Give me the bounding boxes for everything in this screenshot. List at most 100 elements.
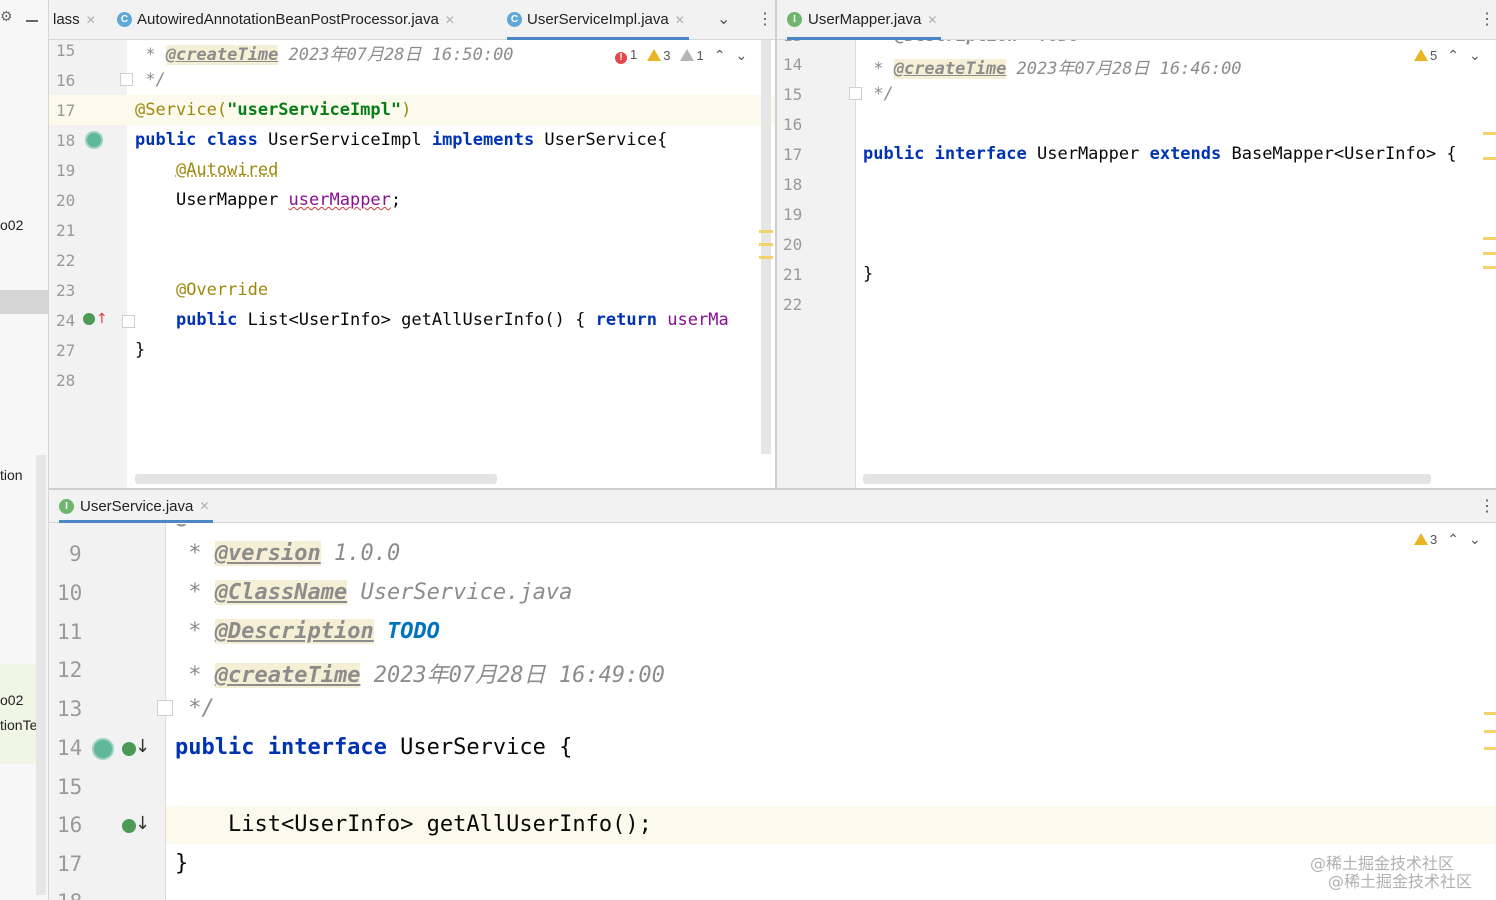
gutter-separator xyxy=(855,40,856,488)
tab-userserviceimpl[interactable]: C UserServiceImpl.java ✕ xyxy=(507,0,689,40)
warning-count[interactable]: 5 xyxy=(1414,48,1437,63)
warning-stripe-marker[interactable] xyxy=(759,256,773,259)
code-line[interactable]: * @ClassName UserService.java xyxy=(175,580,572,605)
error-count[interactable]: ! 1 xyxy=(615,47,637,64)
warning-stripe-marker[interactable] xyxy=(759,230,773,233)
inspection-widget[interactable]: 3 ⌃ ⌄ xyxy=(1414,531,1481,548)
sidebar-scrollbar[interactable] xyxy=(36,455,46,895)
vertical-scrollbar[interactable] xyxy=(761,40,771,454)
line-number-partial: 18 xyxy=(57,890,82,900)
warning-stripe-marker[interactable] xyxy=(1483,252,1496,255)
implementation-marker-icon[interactable] xyxy=(122,742,136,756)
previous-highlight-chevron-up-icon[interactable]: ⌃ xyxy=(1447,531,1459,548)
warning-stripe-marker[interactable] xyxy=(1483,266,1496,269)
warning-stripe-marker[interactable] xyxy=(1483,237,1496,240)
code-line[interactable]: List<UserInfo> getAllUserInfo(); xyxy=(175,812,652,837)
sidebar-gear-icon[interactable]: ⚙ xyxy=(0,8,13,25)
warning-stripe-marker[interactable] xyxy=(759,243,773,246)
code-line[interactable]: @Autowired xyxy=(135,160,278,180)
warning-stripe-marker[interactable] xyxy=(1484,730,1496,733)
code-line[interactable]: */ xyxy=(135,70,165,90)
interface-file-icon: I xyxy=(59,498,74,514)
tab-label: UserServiceImpl.java xyxy=(527,11,669,28)
horizontal-scrollbar[interactable] xyxy=(863,474,1431,484)
code-line[interactable]: public interface UserService { xyxy=(175,735,572,760)
override-arrow-up-icon[interactable]: ↑ xyxy=(96,311,108,327)
implemented-arrow-down-icon[interactable]: ↓ xyxy=(135,813,150,834)
tab-usermapper[interactable]: I UserMapper.java ✕ xyxy=(787,0,942,40)
warning-count[interactable]: 3 xyxy=(1414,532,1437,547)
code-line[interactable]: public List<UserInfo> getAllUserInfo() {… xyxy=(135,310,729,330)
editor-tab-bar: I UserService.java ✕ ⋮ xyxy=(49,490,1496,523)
code-line[interactable]: * @createTime 2023年07月28日 16:50:00 xyxy=(135,40,514,65)
close-icon[interactable]: ✕ xyxy=(445,13,455,27)
warning-count[interactable]: 3 xyxy=(647,48,670,63)
code-line[interactable]: */ xyxy=(863,84,893,104)
close-icon[interactable]: ✕ xyxy=(675,13,685,27)
line-number: 15 xyxy=(56,41,76,60)
watermark: @稀土掘金技术社区 @稀土掘金技术社区 xyxy=(1310,855,1472,891)
sidebar-highlight-band xyxy=(0,664,36,764)
tab-autowired-processor[interactable]: C AutowiredAnnotationBeanPostProcessor.j… xyxy=(117,0,455,39)
warning-stripe-marker[interactable] xyxy=(1483,132,1496,135)
previous-highlight-chevron-up-icon[interactable]: ⌃ xyxy=(1447,47,1459,64)
line-number: 20 xyxy=(56,191,76,210)
sidebar-minimize-icon[interactable] xyxy=(26,20,38,22)
sidebar-item-fragment[interactable]: o02 xyxy=(0,692,23,708)
code-line[interactable]: @Override xyxy=(135,280,268,300)
next-highlight-chevron-down-icon[interactable]: ⌄ xyxy=(735,47,747,64)
fold-marker-icon[interactable] xyxy=(120,73,133,86)
code-line[interactable]: * @createTime 2023年07月28日 16:49:00 xyxy=(175,657,665,689)
code-line[interactable]: * @Description TODO xyxy=(175,619,440,644)
line-number: 17 xyxy=(783,145,803,164)
line-number: 22 xyxy=(783,295,803,314)
sidebar-item-fragment[interactable]: o02 xyxy=(0,217,23,233)
implementation-marker-icon[interactable] xyxy=(122,819,136,833)
code-line[interactable]: UserMapper userMapper; xyxy=(135,190,401,210)
line-number: 20 xyxy=(783,235,803,254)
tab-userservice[interactable]: I UserService.java ✕ xyxy=(59,490,214,523)
warning-stripe-marker[interactable] xyxy=(1483,157,1496,160)
tab-list-chevron-down-icon[interactable]: ⌄ xyxy=(717,9,730,29)
fold-marker-icon[interactable] xyxy=(122,315,135,328)
implementation-marker-icon[interactable] xyxy=(83,313,95,325)
sidebar-item-fragment[interactable]: tionTe xyxy=(0,717,37,733)
close-icon[interactable]: ✕ xyxy=(927,13,937,27)
previous-highlight-chevron-up-icon[interactable]: ⌃ xyxy=(714,47,726,64)
code-line[interactable]: } xyxy=(135,340,145,360)
code-line[interactable]: @Service("userServiceImpl") xyxy=(135,100,411,120)
implemented-arrow-down-icon[interactable]: ↓ xyxy=(135,736,150,757)
code-line[interactable]: */ xyxy=(175,696,215,721)
close-icon[interactable]: ✕ xyxy=(86,13,96,27)
warning-stripe-marker[interactable] xyxy=(1484,712,1496,715)
tab-partial-class[interactable]: lass ✕ xyxy=(53,0,96,39)
code-line[interactable]: public interface UserMapper extends Base… xyxy=(863,144,1457,164)
sidebar-item-fragment[interactable]: tion xyxy=(0,467,23,483)
implements-bean-icon[interactable] xyxy=(85,131,103,149)
inspection-widget[interactable]: ! 1 3 1 ⌃ ⌄ xyxy=(615,47,747,64)
weak-warning-count[interactable]: 1 xyxy=(680,48,704,63)
fold-marker-icon[interactable] xyxy=(157,700,173,716)
more-options-icon[interactable]: ⋮ xyxy=(757,9,773,29)
code-line[interactable]: } xyxy=(175,851,188,876)
fold-marker-icon[interactable] xyxy=(849,87,862,100)
next-highlight-chevron-down-icon[interactable]: ⌄ xyxy=(1469,531,1481,548)
more-options-icon[interactable]: ⋮ xyxy=(1479,496,1495,516)
more-options-icon[interactable]: ⋮ xyxy=(1479,9,1495,29)
inspection-widget[interactable]: 5 ⌃ ⌄ xyxy=(1414,47,1481,64)
horizontal-scrollbar[interactable] xyxy=(135,474,497,484)
code-line[interactable]: * @createTime 2023年07月28日 16:46:00 xyxy=(863,54,1242,79)
code-line[interactable]: public class UserServiceImpl implements … xyxy=(135,130,667,150)
code-line[interactable]: } xyxy=(863,264,873,284)
tab-label: UserService.java xyxy=(80,497,194,515)
code-line[interactable]: * @version 1.0.0 xyxy=(175,541,400,566)
next-highlight-chevron-down-icon[interactable]: ⌄ xyxy=(1469,47,1481,64)
line-number-gutter xyxy=(777,40,855,488)
close-icon[interactable]: ✕ xyxy=(199,499,209,513)
error-icon: ! xyxy=(615,52,627,64)
line-number: 17 xyxy=(56,101,76,120)
sidebar-selected-row[interactable] xyxy=(0,290,48,314)
project-sidebar-fragment: ⚙ o02 tion o02 tionTe xyxy=(0,0,49,900)
implemented-by-bean-icon[interactable] xyxy=(92,738,114,760)
warning-stripe-marker[interactable] xyxy=(1484,747,1496,750)
